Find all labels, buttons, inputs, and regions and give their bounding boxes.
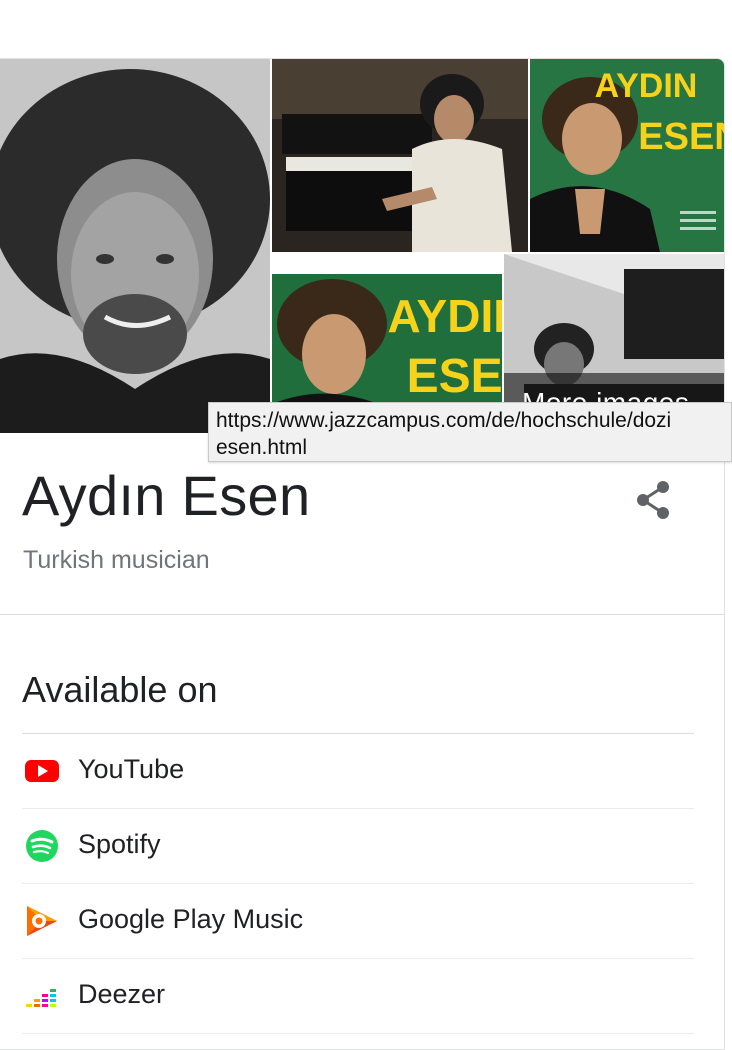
album-cover-1-text-bottom: ESEN — [638, 116, 724, 158]
album-cover-1-text-top: AYDIN — [595, 67, 698, 105]
album-cover-1[interactable]: AYDIN ESEN — [530, 59, 724, 252]
album-cover-1-image: AYDIN ESEN — [530, 59, 724, 252]
list-item-spotify[interactable]: Spotify — [22, 809, 694, 884]
list-item-deezer[interactable]: Deezer — [22, 959, 694, 1034]
deezer-icon — [26, 989, 56, 1007]
list-item-label: YouTube — [78, 754, 185, 784]
tooltip-line-1: https://www.jazzcampus.com/de/hochschule… — [216, 409, 672, 432]
portrait-image — [0, 59, 270, 433]
section-divider — [0, 614, 724, 615]
portrait-photo[interactable] — [0, 59, 270, 433]
google-play-music-icon — [27, 906, 57, 936]
tooltip-line-2: esen.html — [216, 436, 308, 459]
url-tooltip: https://www.jazzcampus.com/de/hochschule… — [208, 402, 732, 462]
knowledge-panel: AYDIN ESEN AYDIN ESEN More images — [0, 58, 725, 1050]
list-item-label: Google Play Music — [78, 904, 304, 934]
list-item-label: Spotify — [78, 829, 161, 859]
entity-subtitle: Turkish musician — [23, 546, 210, 574]
available-on-list: YouTube Spotify Google Play Music Deezer — [22, 733, 694, 1034]
available-on-heading: Available on — [22, 669, 218, 710]
share-button[interactable] — [630, 477, 676, 523]
list-item-label: Deezer — [78, 979, 166, 1009]
album-cover-2-text-top: AYDIN — [388, 290, 502, 342]
list-item-google-play-music[interactable]: Google Play Music — [22, 884, 694, 959]
piano-image — [272, 59, 528, 252]
entity-title: Aydın Esen — [22, 464, 311, 527]
youtube-icon — [25, 760, 59, 782]
piano-photo[interactable] — [272, 59, 528, 252]
list-item-youtube[interactable]: YouTube — [22, 734, 694, 809]
album-cover-2-text-bottom: ESEN — [407, 350, 502, 403]
spotify-icon — [26, 830, 58, 862]
share-icon — [637, 481, 669, 519]
